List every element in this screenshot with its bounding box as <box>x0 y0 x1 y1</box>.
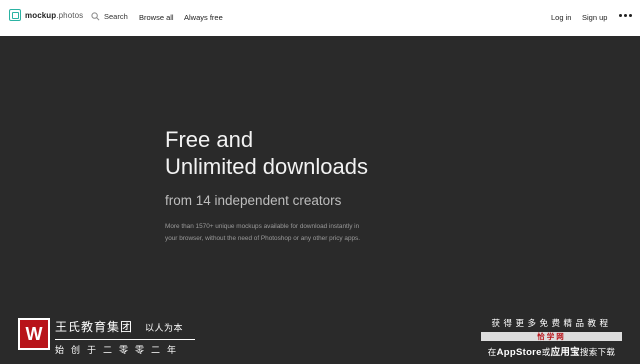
browse-all-link[interactable]: Browse all <box>139 13 174 22</box>
hero-subtitle: from 14 independent creators <box>165 193 342 208</box>
watermark-right: 获得更多免费精品教程 恰学网 在AppStore或应用宝搜索下载 <box>479 317 624 358</box>
logo-text: mockup.photos <box>25 11 83 20</box>
always-free-link[interactable]: Always free <box>184 13 223 22</box>
watermark-logo-icon: W <box>18 318 50 350</box>
top-navigation-bar: mockup.photos Search Browse all Always f… <box>0 0 640 36</box>
watermark-right-line2: 恰学网 <box>481 332 622 341</box>
logo-icon <box>9 9 21 21</box>
watermark-slogan: 以人为本 <box>145 323 184 333</box>
more-menu-icon[interactable] <box>619 14 632 17</box>
wm-r3-a: 在 <box>487 347 497 357</box>
search-button[interactable]: Search <box>91 12 128 21</box>
hero-title-line2: Unlimited downloads <box>165 154 368 179</box>
search-label: Search <box>104 12 128 21</box>
watermark-right-line3: 在AppStore或应用宝搜索下载 <box>479 344 624 358</box>
watermark-since: 始创于二零零二年 <box>55 345 184 355</box>
hero-description: More than 1570+ unique mockups available… <box>165 223 361 242</box>
logo-text-bold: mockup <box>25 10 57 20</box>
watermark-left: W 王氏教育集团 以人为本 始创于二零零二年 <box>18 318 195 356</box>
logo-text-suffix: .photos <box>56 10 84 20</box>
hero-title: Free and Unlimited downloads <box>165 126 368 180</box>
site-logo[interactable]: mockup.photos <box>9 9 83 21</box>
wm-r3-d: 应用宝 <box>550 347 580 358</box>
hero-section: Free and Unlimited downloads from 14 ind… <box>165 126 368 244</box>
watermark-name: 王氏教育集团 <box>55 320 134 334</box>
hero-title-line1: Free and <box>165 127 254 152</box>
watermark-divider <box>55 339 195 340</box>
signup-link[interactable]: Sign up <box>582 13 607 22</box>
wm-r3-e: 搜索下载 <box>579 347 616 357</box>
search-icon <box>91 12 100 21</box>
login-link[interactable]: Log in <box>551 13 571 22</box>
wm-r3-b: AppStore <box>496 347 542 358</box>
watermark-right-line1: 获得更多免费精品教程 <box>491 318 612 328</box>
wm-r3-c: 或 <box>541 347 551 357</box>
